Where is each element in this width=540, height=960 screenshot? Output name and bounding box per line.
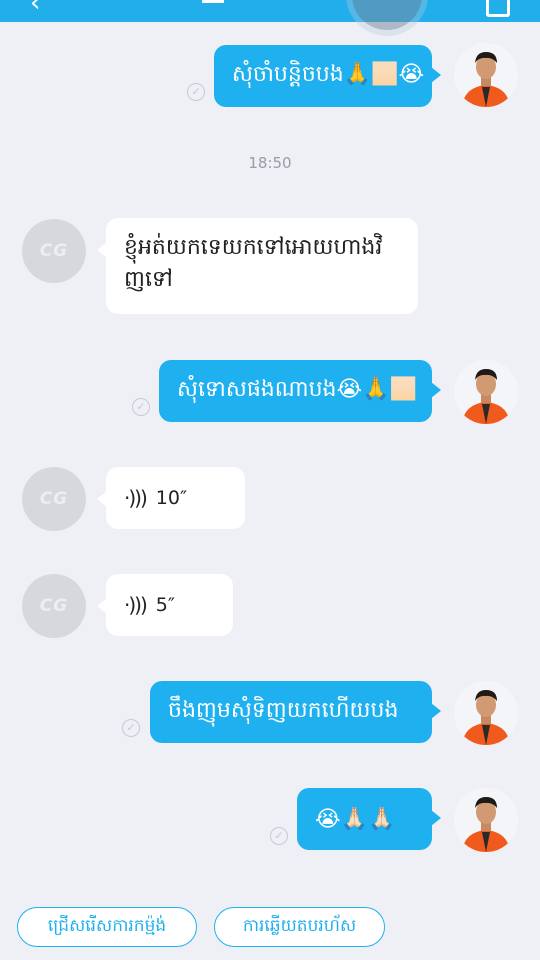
- touch-indicator: [352, 0, 422, 30]
- message-text: 😭🙏🏻🙏🏻: [315, 806, 396, 832]
- read-check-icon: ✓: [270, 827, 288, 845]
- user-avatar[interactable]: [454, 788, 518, 852]
- message-text: ខ្ញុំអត់យកទេយកទៅអោយហាងវិញទៅ: [124, 235, 383, 292]
- message-bubble-outgoing[interactable]: សុំចាំបន្តិចបង🙏🏻😭: [214, 45, 441, 107]
- quick-reply-button[interactable]: ការឆ្លើយតបរហ័ស: [214, 907, 385, 947]
- menu-icon[interactable]: [202, 0, 224, 9]
- contact-avatar[interactable]: CG: [22, 467, 86, 531]
- top-bar: ‹: [0, 0, 540, 30]
- user-photo: [454, 681, 518, 745]
- contact-avatar[interactable]: CG: [22, 219, 86, 283]
- user-photo: [454, 360, 518, 424]
- quick-reply-label: ការឆ្លើយតបរហ័ស: [242, 915, 357, 936]
- user-avatar[interactable]: [454, 43, 518, 107]
- choose-order-button[interactable]: ជ្រើសរើសការកម្ម៉ង់: [17, 907, 197, 947]
- voice-wave-icon: ·))): [124, 486, 148, 510]
- user-photo: [454, 788, 518, 852]
- read-check-icon: ✓: [187, 83, 205, 101]
- timestamp: 18:50: [248, 154, 292, 172]
- message-bubble-outgoing[interactable]: ចឹងញុមសុំទិញយកហើយបង: [150, 681, 441, 743]
- read-check-icon: ✓: [122, 719, 140, 737]
- user-photo: [454, 43, 518, 107]
- message-text: សុំទោសផងណាបង😭🙏🏻: [177, 377, 418, 402]
- message-bubble-incoming[interactable]: ខ្ញុំអត់យកទេយកទៅអោយហាងវិញទៅ: [97, 218, 418, 314]
- voice-duration: 10″: [155, 487, 188, 509]
- message-bubble-outgoing[interactable]: សុំទោសផងណាបង😭🙏🏻: [159, 360, 441, 422]
- message-bubble-outgoing[interactable]: 😭🙏🏻🙏🏻: [297, 788, 441, 850]
- user-avatar[interactable]: [454, 681, 518, 745]
- contact-avatar[interactable]: CG: [22, 574, 86, 638]
- voice-message-bubble[interactable]: ·))) 10″: [97, 467, 245, 529]
- choose-order-label: ជ្រើសរើសការកម្ម៉ង់: [47, 915, 167, 936]
- voice-message-bubble[interactable]: ·))) 5″: [97, 574, 233, 636]
- message-text: ចឹងញុមសុំទិញយកហើយបង: [168, 698, 399, 723]
- read-check-icon: ✓: [132, 398, 150, 416]
- share-icon[interactable]: [486, 0, 510, 17]
- voice-duration: 5″: [155, 594, 175, 616]
- message-text: សុំចាំបន្តិចបង🙏🏻😭: [232, 62, 425, 87]
- voice-wave-icon: ·))): [124, 593, 148, 617]
- user-avatar[interactable]: [454, 360, 518, 424]
- back-arrow-icon[interactable]: ‹: [30, 0, 40, 18]
